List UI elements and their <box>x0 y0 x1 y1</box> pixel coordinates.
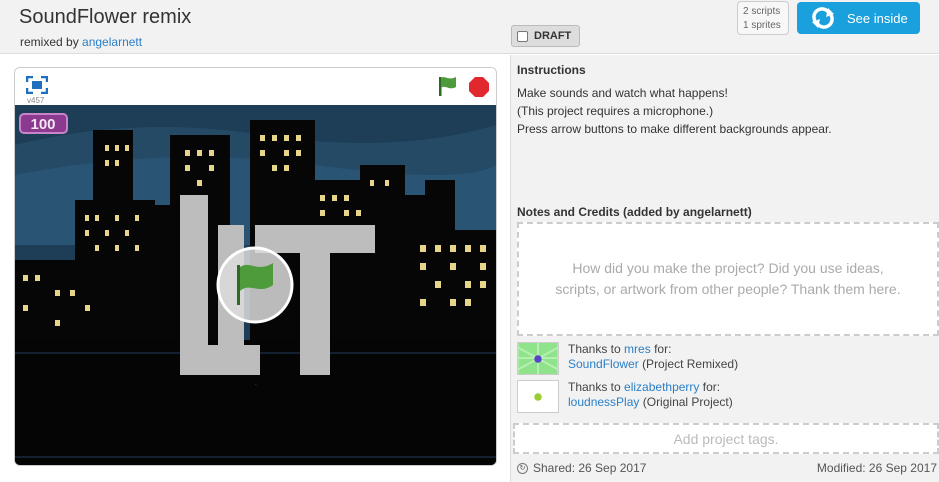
green-flag-icon[interactable] <box>436 75 458 97</box>
shared-date: ↻ Shared: 26 Sep 2017 <box>517 461 646 475</box>
credit-user-link[interactable]: elizabethperry <box>624 380 699 394</box>
project-player: v457 LIT 100 <box>14 67 497 466</box>
credit-kind: (Project Remixed) <box>642 357 739 371</box>
credit-user-link[interactable]: mres <box>624 342 651 356</box>
draft-toggle[interactable]: DRAFT <box>511 25 580 47</box>
instructions-line: Press arrow buttons to make different ba… <box>517 122 832 136</box>
add-tags-input[interactable]: Add project tags. <box>513 423 939 454</box>
counter-badge: 100 <box>19 113 68 134</box>
remix-arrows-icon <box>812 7 834 29</box>
counter-value: 100 <box>30 116 55 133</box>
remixed-by-label: remixed by <box>20 35 79 49</box>
remixed-by: remixed by angelarnett <box>20 35 142 49</box>
stage-scene: LIT 100 <box>15 105 496 465</box>
credit-for: for: <box>702 380 721 394</box>
sprites-count: 1 sprites <box>743 20 781 31</box>
credit-project-link[interactable]: SoundFlower <box>568 357 639 371</box>
modified-date: Modified: 26 Sep 2017 <box>816 461 937 475</box>
instructions-text[interactable]: Make sounds and watch what happens! (Thi… <box>517 84 832 138</box>
project-title[interactable]: SoundFlower remix <box>19 6 191 29</box>
credit-for: for: <box>654 342 672 356</box>
remixer-link[interactable]: angelarnett <box>82 35 142 49</box>
credit-line: Thanks to mres for: <box>568 342 671 356</box>
draft-label: DRAFT <box>534 30 572 42</box>
project-stats: 2 scripts 1 sprites <box>737 1 789 35</box>
start-flag-overlay[interactable] <box>216 246 294 324</box>
project-thumbnail[interactable] <box>517 380 559 413</box>
stop-sign-icon[interactable] <box>469 77 489 97</box>
project-stage[interactable]: LIT 100 <box>15 105 496 465</box>
instructions-title: Instructions <box>517 63 586 77</box>
share-icon: ↻ <box>517 462 528 474</box>
fullscreen-icon[interactable] <box>26 76 48 94</box>
notes-title: Notes and Credits (added by angelarnett) <box>517 205 752 219</box>
instructions-line: Make sounds and watch what happens! <box>517 86 728 100</box>
scripts-count: 2 scripts <box>743 6 781 17</box>
credit-item: Thanks to elizabethperry for: loudnessPl… <box>517 380 939 414</box>
credit-project-line: SoundFlower (Project Remixed) <box>568 357 738 371</box>
instructions-line: (This project requires a microphone.) <box>517 104 714 118</box>
project-thumbnail[interactable] <box>517 342 559 375</box>
shared-date-text: Shared: 26 Sep 2017 <box>533 461 647 475</box>
see-inside-button[interactable]: See inside <box>797 2 920 34</box>
player-controls: v457 <box>15 68 496 105</box>
credit-kind: (Original Project) <box>642 395 733 409</box>
credit-project-line: loudnessPlay (Original Project) <box>568 395 733 409</box>
credit-thanks: Thanks to <box>568 380 621 394</box>
player-version: v457 <box>27 96 45 105</box>
credit-item: Thanks to mres for: SoundFlower (Project… <box>517 342 939 376</box>
credit-project-link[interactable]: loudnessPlay <box>568 395 639 409</box>
project-details: Instructions Make sounds and watch what … <box>510 55 939 482</box>
credit-thanks: Thanks to <box>568 342 621 356</box>
credit-line: Thanks to elizabethperry for: <box>568 380 720 394</box>
see-inside-label: See inside <box>847 10 908 26</box>
notes-input[interactable]: How did you make the project? Did you us… <box>517 222 939 336</box>
project-header: SoundFlower remix remixed by angelarnett… <box>0 0 939 54</box>
draft-checkbox[interactable] <box>517 30 528 42</box>
